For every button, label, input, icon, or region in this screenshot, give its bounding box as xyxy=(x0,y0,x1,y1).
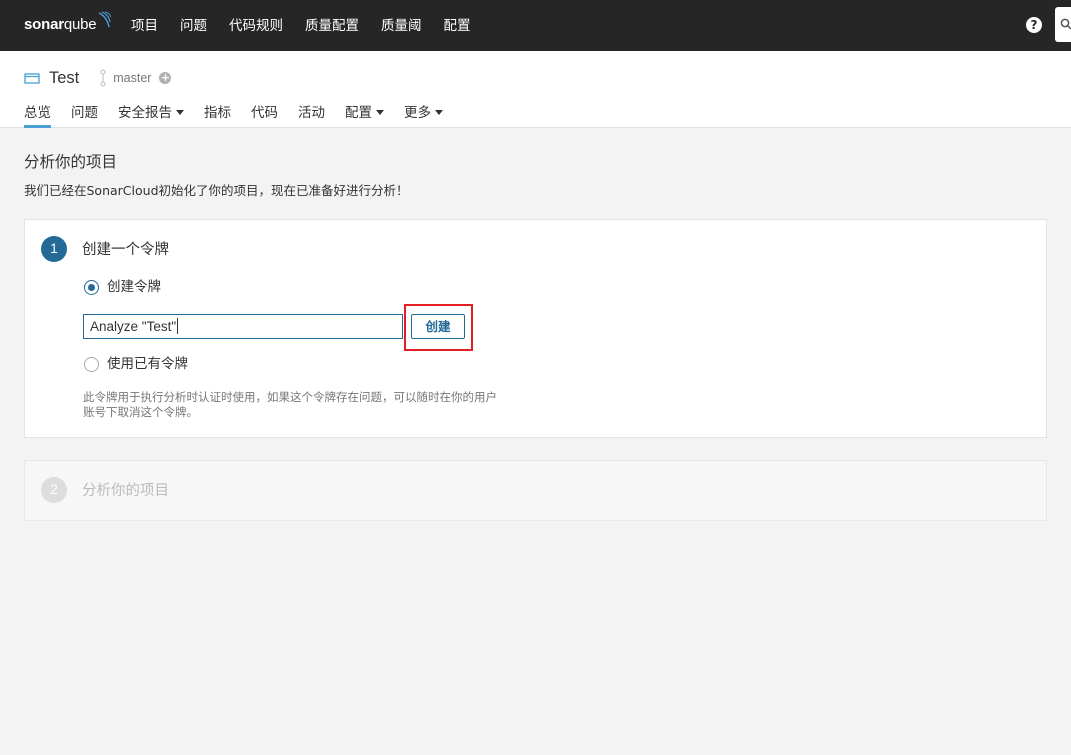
token-help-text: 此令牌用于执行分析时认证时使用，如果这个令牌存在问题，可以随时在你的用户 账号下… xyxy=(83,390,563,420)
branch-name[interactable]: master xyxy=(113,71,151,85)
nav-administration[interactable]: 配置 xyxy=(444,16,471,36)
main-nav: 项目 问题 代码规则 质量配置 质量阈 配置 xyxy=(131,16,493,36)
radio-create-token-label[interactable]: 创建令牌 xyxy=(107,278,161,297)
tab-security-reports-label: 安全报告 xyxy=(118,105,172,121)
tab-activity-label: 活动 xyxy=(298,105,325,121)
caret-down-icon xyxy=(176,110,184,115)
step-number-badge: 2 xyxy=(41,477,67,503)
token-name-value: Analyze "Test" xyxy=(90,319,177,334)
tab-administration[interactable]: 配置 xyxy=(345,103,384,123)
create-token-button[interactable]: 创建 xyxy=(411,314,465,339)
help-icon[interactable]: ? xyxy=(1026,17,1042,33)
tab-measures[interactable]: 指标 xyxy=(204,103,231,123)
step-title: 分析你的项目 xyxy=(82,483,169,499)
tab-administration-label: 配置 xyxy=(345,105,372,121)
page-subtitle: 我们已经在SonarCloud初始化了你的项目，现在已准备好进行分析！ xyxy=(24,183,409,198)
radio-use-existing-token-label[interactable]: 使用已有令牌 xyxy=(107,355,188,374)
search-input[interactable] xyxy=(1055,7,1071,42)
tab-measures-label: 指标 xyxy=(204,105,231,121)
token-help-line-2: 账号下取消这个令牌。 xyxy=(83,405,198,419)
logo-waves-icon xyxy=(99,11,112,28)
branch-icon xyxy=(100,69,106,87)
nav-issues[interactable]: 问题 xyxy=(180,16,207,36)
step-2-card: 2 分析你的项目 xyxy=(24,460,1047,521)
tab-activity[interactable]: 活动 xyxy=(298,103,325,123)
nav-rules[interactable]: 代码规则 xyxy=(229,16,283,36)
tab-overview[interactable]: 总览 xyxy=(24,103,51,128)
step-number-badge: 1 xyxy=(41,236,67,262)
top-navbar: sonar qube 项目 问题 代码规则 质量配置 质量阈 配置 ? xyxy=(0,0,1071,51)
tab-overview-label: 总览 xyxy=(24,105,51,121)
tab-code-label: 代码 xyxy=(251,105,278,121)
logo-text-bold: sonar xyxy=(24,16,64,33)
tab-more-label: 更多 xyxy=(404,105,431,121)
sonarqube-logo[interactable]: sonar qube xyxy=(24,11,112,36)
step-title: 创建一个令牌 xyxy=(82,242,169,258)
tab-more[interactable]: 更多 xyxy=(404,103,443,123)
step-1-card: 1 创建一个令牌 创建令牌 Analyze "Test" 创建 使用已有令牌 此… xyxy=(24,219,1047,438)
caret-down-icon xyxy=(376,110,384,115)
radio-create-token[interactable] xyxy=(84,280,99,295)
tab-issues-label: 问题 xyxy=(71,105,98,121)
nav-quality-gates[interactable]: 质量阈 xyxy=(381,16,422,36)
page-title: 分析你的项目 xyxy=(24,153,118,171)
project-subnav: 总览 问题 安全报告 指标 代码 活动 配置 更多 xyxy=(24,103,463,128)
text-cursor xyxy=(177,318,179,334)
token-help-line-1: 此令牌用于执行分析时认证时使用，如果这个令牌存在问题，可以随时在你的用户 xyxy=(83,390,497,404)
project-header: Test master + 总览 问题 安全报告 指标 代码 活动 配置 更多 xyxy=(0,51,1071,128)
nav-projects[interactable]: 项目 xyxy=(131,16,158,36)
token-name-input[interactable]: Analyze "Test" xyxy=(83,314,403,339)
nav-quality-profiles[interactable]: 质量配置 xyxy=(305,16,359,36)
project-icon xyxy=(24,73,40,84)
radio-use-existing-token[interactable] xyxy=(84,357,99,372)
caret-down-icon xyxy=(435,110,443,115)
search-icon xyxy=(1060,18,1071,30)
tab-issues[interactable]: 问题 xyxy=(71,103,98,123)
project-name[interactable]: Test xyxy=(49,68,79,88)
logo-text-light: qube xyxy=(63,16,97,33)
tab-security-reports[interactable]: 安全报告 xyxy=(118,103,184,123)
plus-circle-icon[interactable]: + xyxy=(159,72,172,84)
tab-code[interactable]: 代码 xyxy=(251,103,278,123)
